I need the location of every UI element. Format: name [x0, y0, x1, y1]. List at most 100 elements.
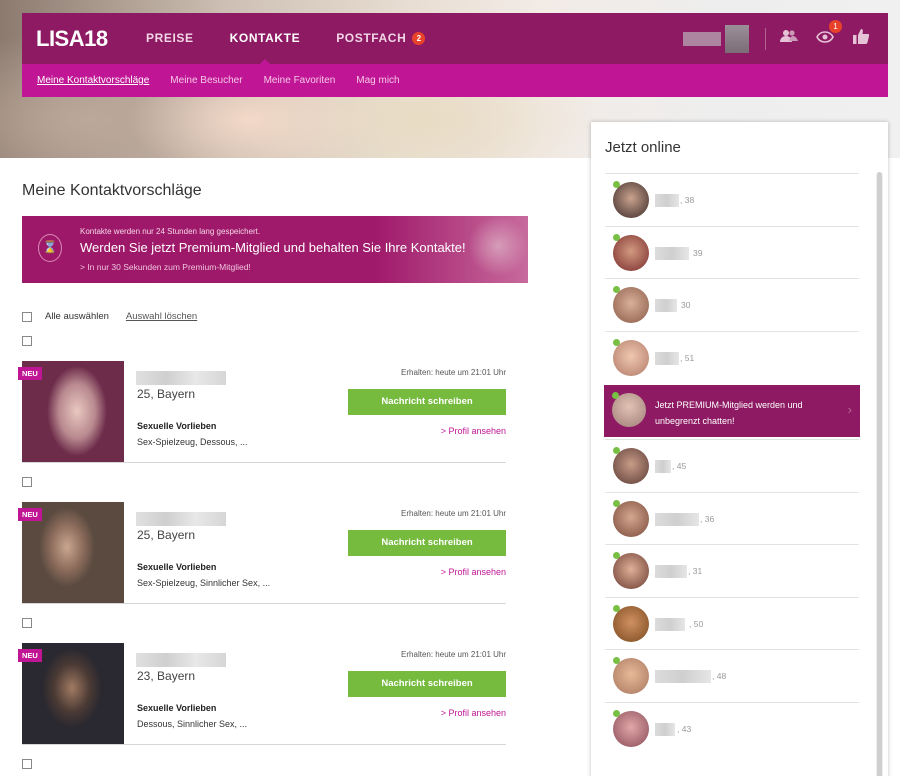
premium-promo-banner[interactable]: ⌛ Kontakte werden nur 24 Stunden lang ge…: [22, 216, 528, 283]
online-user-row[interactable]: , 50: [605, 596, 859, 650]
select-all-label[interactable]: Alle auswählen: [45, 311, 109, 322]
user-name-blurred[interactable]: [655, 460, 671, 473]
online-status-dot: [613, 604, 620, 612]
contact-card: NEU 23, Bayern Sexuelle Vorlieben Dessou…: [18, 643, 506, 745]
logo[interactable]: LISA18: [36, 26, 146, 52]
user-name-blurred[interactable]: [655, 246, 689, 260]
online-status-dot: [613, 709, 620, 717]
premium-chat-promo[interactable]: Jetzt PREMIUM-Mitglied werden und unbegr…: [604, 385, 860, 437]
eye-icon[interactable]: 1: [816, 19, 842, 48]
user-age: , 38: [680, 195, 695, 205]
received-time: Erhalten: heute um 21:01 Uhr: [401, 509, 506, 518]
online-user-row[interactable]: , 48: [605, 649, 859, 702]
preferences-text: Dessous, Sinnlicher Sex, ...: [137, 719, 248, 729]
view-profile-link[interactable]: > Profil ansehen: [441, 708, 506, 718]
contact-name-blurred[interactable]: [136, 512, 226, 526]
user-age: , 36: [700, 513, 715, 524]
nav-divider: [765, 27, 766, 50]
contact-name-blurred[interactable]: [136, 653, 226, 667]
selection-controls: Alle auswählen Auswahl löschen: [22, 311, 197, 322]
sub-navigation: Meine Kontaktvorschläge Meine Besucher M…: [22, 64, 888, 97]
clear-selection-link[interactable]: Auswahl löschen: [126, 311, 197, 322]
clock-icon: ⌛: [38, 234, 62, 262]
subnav-kontaktvorschlaege[interactable]: Meine Kontaktvorschläge: [37, 75, 149, 86]
online-user-row[interactable]: , 51: [605, 330, 859, 384]
new-badge: NEU: [18, 649, 42, 662]
subnav-besucher[interactable]: Meine Besucher: [170, 75, 242, 86]
user-name-blurred[interactable]: [655, 512, 699, 526]
online-user-row[interactable]: , 36: [605, 491, 859, 545]
online-status-dot: [613, 286, 620, 293]
users-icon[interactable]: [780, 29, 798, 48]
scrollbar[interactable]: [876, 172, 883, 776]
user-age: , 43: [677, 723, 692, 734]
user-age: , 51: [680, 352, 695, 363]
view-profile-link[interactable]: > Profil ansehen: [441, 426, 506, 436]
online-status-dot: [613, 552, 620, 559]
online-status-dot: [612, 392, 619, 399]
top-navigation: LISA18 PREISE KONTAKTE POSTFACH 2 1: [22, 13, 888, 64]
user-name-blurred[interactable]: [655, 299, 677, 312]
new-badge: NEU: [18, 508, 42, 521]
card-checkbox[interactable]: [22, 759, 32, 769]
contact-card: NEU 25, Bayern Sexuelle Vorlieben Sex-Sp…: [18, 502, 506, 604]
select-all-checkbox[interactable]: [22, 311, 32, 322]
user-age: 39: [693, 247, 703, 258]
nav-preise[interactable]: PREISE: [146, 13, 194, 64]
user-name-blurred[interactable]: [655, 565, 687, 578]
promo-link[interactable]: > In nur 30 Sekunden zum Premium-Mitglie…: [80, 262, 251, 272]
avatar[interactable]: [725, 24, 749, 53]
user-name-blurred[interactable]: [655, 617, 685, 631]
write-message-button[interactable]: Nachricht schreiben: [348, 389, 506, 415]
online-status-dot: [613, 499, 620, 507]
contact-name-blurred[interactable]: [136, 371, 226, 385]
online-status-dot: [613, 181, 620, 188]
user-name-blurred[interactable]: [655, 351, 679, 365]
write-message-button[interactable]: Nachricht schreiben: [348, 530, 506, 556]
thumbs-up-icon[interactable]: [852, 28, 870, 49]
user-age: 30: [681, 300, 691, 310]
subnav-mag-mich[interactable]: Mag mich: [356, 75, 399, 86]
contact-age-region: 23, Bayern: [137, 669, 196, 683]
subnav-favoriten[interactable]: Meine Favoriten: [264, 75, 336, 86]
card-checkbox[interactable]: [22, 477, 32, 487]
preferences-heading: Sexuelle Vorlieben: [137, 562, 217, 572]
user-name-blurred[interactable]: [655, 722, 675, 736]
user-name-blurred[interactable]: [655, 670, 711, 683]
online-user-row[interactable]: , 38: [605, 173, 859, 226]
contact-age-region: 25, Bayern: [137, 387, 196, 401]
user-name-blurred[interactable]: [655, 194, 679, 207]
preferences-heading: Sexuelle Vorlieben: [137, 421, 217, 431]
promo-note: Kontakte werden nur 24 Stunden lang gesp…: [80, 227, 261, 236]
online-status-dot: [613, 233, 620, 241]
page-title: Meine Kontaktvorschläge: [22, 182, 202, 199]
card-checkbox[interactable]: [22, 618, 32, 628]
nav-postfach[interactable]: POSTFACH 2: [336, 13, 426, 64]
user-age: , 31: [688, 566, 703, 576]
user-age: , 45: [672, 461, 687, 471]
nav-kontakte[interactable]: KONTAKTE: [230, 13, 301, 64]
online-user-row[interactable]: , 31: [605, 544, 859, 597]
username-blurred[interactable]: [683, 31, 721, 46]
online-user-row[interactable]: 39: [605, 225, 859, 279]
preferences-text: Sex-Spielzeug, Sinnlicher Sex, ...: [137, 578, 271, 588]
write-message-button[interactable]: Nachricht schreiben: [348, 671, 506, 697]
online-user-row[interactable]: 30: [605, 278, 859, 331]
promo-headline: Werden Sie jetzt Premium-Mitglied und be…: [80, 240, 466, 255]
online-status-dot: [613, 338, 620, 346]
online-user-row[interactable]: , 45: [605, 439, 859, 492]
contact-age-region: 25, Bayern: [137, 528, 196, 542]
premium-chat-text: Jetzt PREMIUM-Mitglied werden und unbegr…: [655, 400, 803, 426]
visitors-badge: 1: [829, 19, 842, 33]
user-age: , 48: [712, 671, 727, 681]
contact-card: NEU 25, Bayern Sexuelle Vorlieben Sex-Sp…: [18, 361, 506, 463]
online-user-list: , 38 39 30 , 51 Jetzt PREMIUM-Mitglied w…: [604, 173, 860, 755]
online-users-panel: Jetzt online , 38 39 30 , 51 Jetzt PREMI…: [591, 122, 888, 776]
view-profile-link[interactable]: > Profil ansehen: [441, 567, 506, 577]
scrollbar-thumb[interactable]: [877, 172, 882, 776]
user-age: , 50: [689, 618, 704, 629]
received-time: Erhalten: heute um 21:01 Uhr: [401, 368, 506, 377]
card-checkbox[interactable]: [22, 336, 32, 346]
online-user-row[interactable]: , 43: [605, 701, 859, 755]
nav-right: 1: [683, 13, 888, 64]
